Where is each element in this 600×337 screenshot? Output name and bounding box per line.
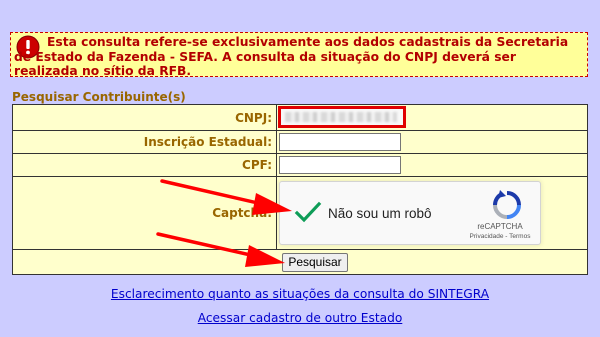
warning-box: Esta consulta refere-se exclusivamente a… (10, 32, 588, 78)
ie-row: Inscrição Estadual: (12, 130, 588, 154)
warning-text: Esta consulta refere-se exclusivamente a… (14, 35, 569, 78)
recaptcha-logo-icon (492, 190, 521, 219)
recaptcha-brand: reCAPTCHA (477, 222, 523, 231)
cnpj-label: CNPJ: (12, 104, 277, 131)
section-title: Pesquisar Contribuinte(s) (12, 90, 186, 104)
inscricao-estadual-input[interactable] (279, 133, 401, 151)
cnpj-highlight (278, 106, 406, 128)
submit-row: Pesquisar (12, 249, 588, 275)
cnpj-row: CNPJ: (12, 104, 588, 131)
cpf-label: CPF: (12, 153, 277, 177)
cpf-row: CPF: (12, 153, 588, 177)
search-form: CNPJ: Inscrição Estadual: CPF: Captcha: (12, 104, 588, 275)
other-state-link[interactable]: Acessar cadastro de outro Estado (0, 311, 600, 325)
cnpj-redacted-value (285, 112, 397, 122)
sintegra-info-link[interactable]: Esclarecimento quanto as situações da co… (0, 287, 600, 301)
recaptcha-widget: Não sou um robô reCAPTCHA Privacidade - … (279, 181, 541, 245)
checkmark-icon[interactable] (294, 200, 322, 224)
cnpj-input[interactable] (281, 109, 403, 125)
captcha-label: Captcha: (12, 176, 277, 250)
cpf-input[interactable] (279, 156, 401, 174)
recaptcha-links[interactable]: Privacidade - Termos (464, 233, 536, 240)
pesquisar-button[interactable]: Pesquisar (282, 252, 348, 272)
ie-label: Inscrição Estadual: (12, 130, 277, 154)
captcha-row: Captcha: Não sou um robô reCAPTCHA Priva… (12, 176, 588, 250)
recaptcha-label: Não sou um robô (328, 206, 432, 221)
